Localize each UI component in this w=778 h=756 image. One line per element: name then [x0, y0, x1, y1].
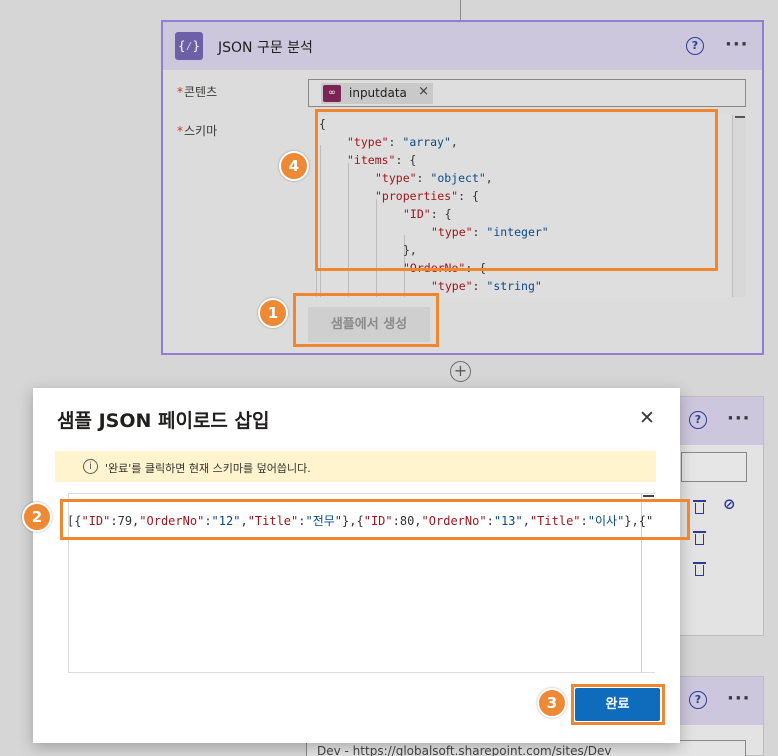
help-icon[interactable]: ?: [689, 691, 707, 709]
info-icon: i: [83, 459, 98, 474]
required-mark: *: [177, 124, 183, 138]
highlight-generate-button: [293, 293, 439, 347]
code-line: "type": "string": [431, 279, 542, 293]
link-icon[interactable]: ⊘: [723, 495, 736, 513]
background-card: ? ··· ⊘: [678, 396, 764, 636]
background-input[interactable]: [681, 452, 747, 482]
more-icon[interactable]: ···: [727, 688, 751, 709]
dynamic-content-token[interactable]: ∞ inputdata ×: [321, 83, 433, 104]
content-input[interactable]: ∞ inputdata ×: [308, 79, 746, 107]
warning-message-bar: i '완료'를 클릭하면 현재 스키마를 덮어씁니다.: [55, 451, 656, 482]
highlight-payload: [60, 499, 690, 540]
step-marker-2: 2: [22, 502, 52, 532]
content-label-text: 콘텐츠: [184, 85, 218, 99]
connector-line: [460, 0, 461, 20]
schema-label: *스키마: [177, 122, 217, 139]
power-apps-icon: ∞: [323, 85, 341, 102]
background-card-header[interactable]: ? ···: [679, 397, 763, 445]
token-remove-icon[interactable]: ×: [418, 84, 429, 99]
step-marker-3: 3: [537, 688, 567, 718]
card-header[interactable]: {⁄} JSON 구문 분석 ? ···: [163, 22, 762, 70]
schema-scrollbar[interactable]: [732, 115, 746, 297]
dialog-title: 샘플 JSON 페이로드 삽입: [57, 410, 270, 432]
card-title: JSON 구문 분석: [218, 40, 313, 56]
add-step-button[interactable]: +: [450, 361, 471, 382]
schema-label-text: 스키마: [184, 124, 218, 138]
highlight-schema: [315, 109, 718, 271]
trash-icon[interactable]: [693, 561, 706, 577]
more-icon[interactable]: ···: [725, 34, 749, 55]
help-icon[interactable]: ?: [686, 37, 704, 55]
close-icon[interactable]: ✕: [639, 407, 655, 429]
help-icon[interactable]: ?: [689, 411, 707, 429]
trash-icon[interactable]: [693, 499, 706, 515]
step-marker-1: 1: [258, 298, 288, 328]
required-mark: *: [177, 85, 183, 99]
json-icon: {⁄}: [175, 32, 203, 60]
step-marker-4: 4: [279, 151, 309, 181]
trash-icon[interactable]: [693, 530, 706, 546]
highlight-done-button: [571, 684, 665, 725]
warning-text: '완료'를 클릭하면 현재 스키마를 덮어씁니다.: [105, 462, 311, 475]
background-card-header[interactable]: ? ···: [679, 677, 763, 725]
more-icon[interactable]: ···: [727, 408, 751, 429]
content-label: *콘텐츠: [177, 83, 217, 100]
token-label: inputdata: [349, 86, 407, 100]
